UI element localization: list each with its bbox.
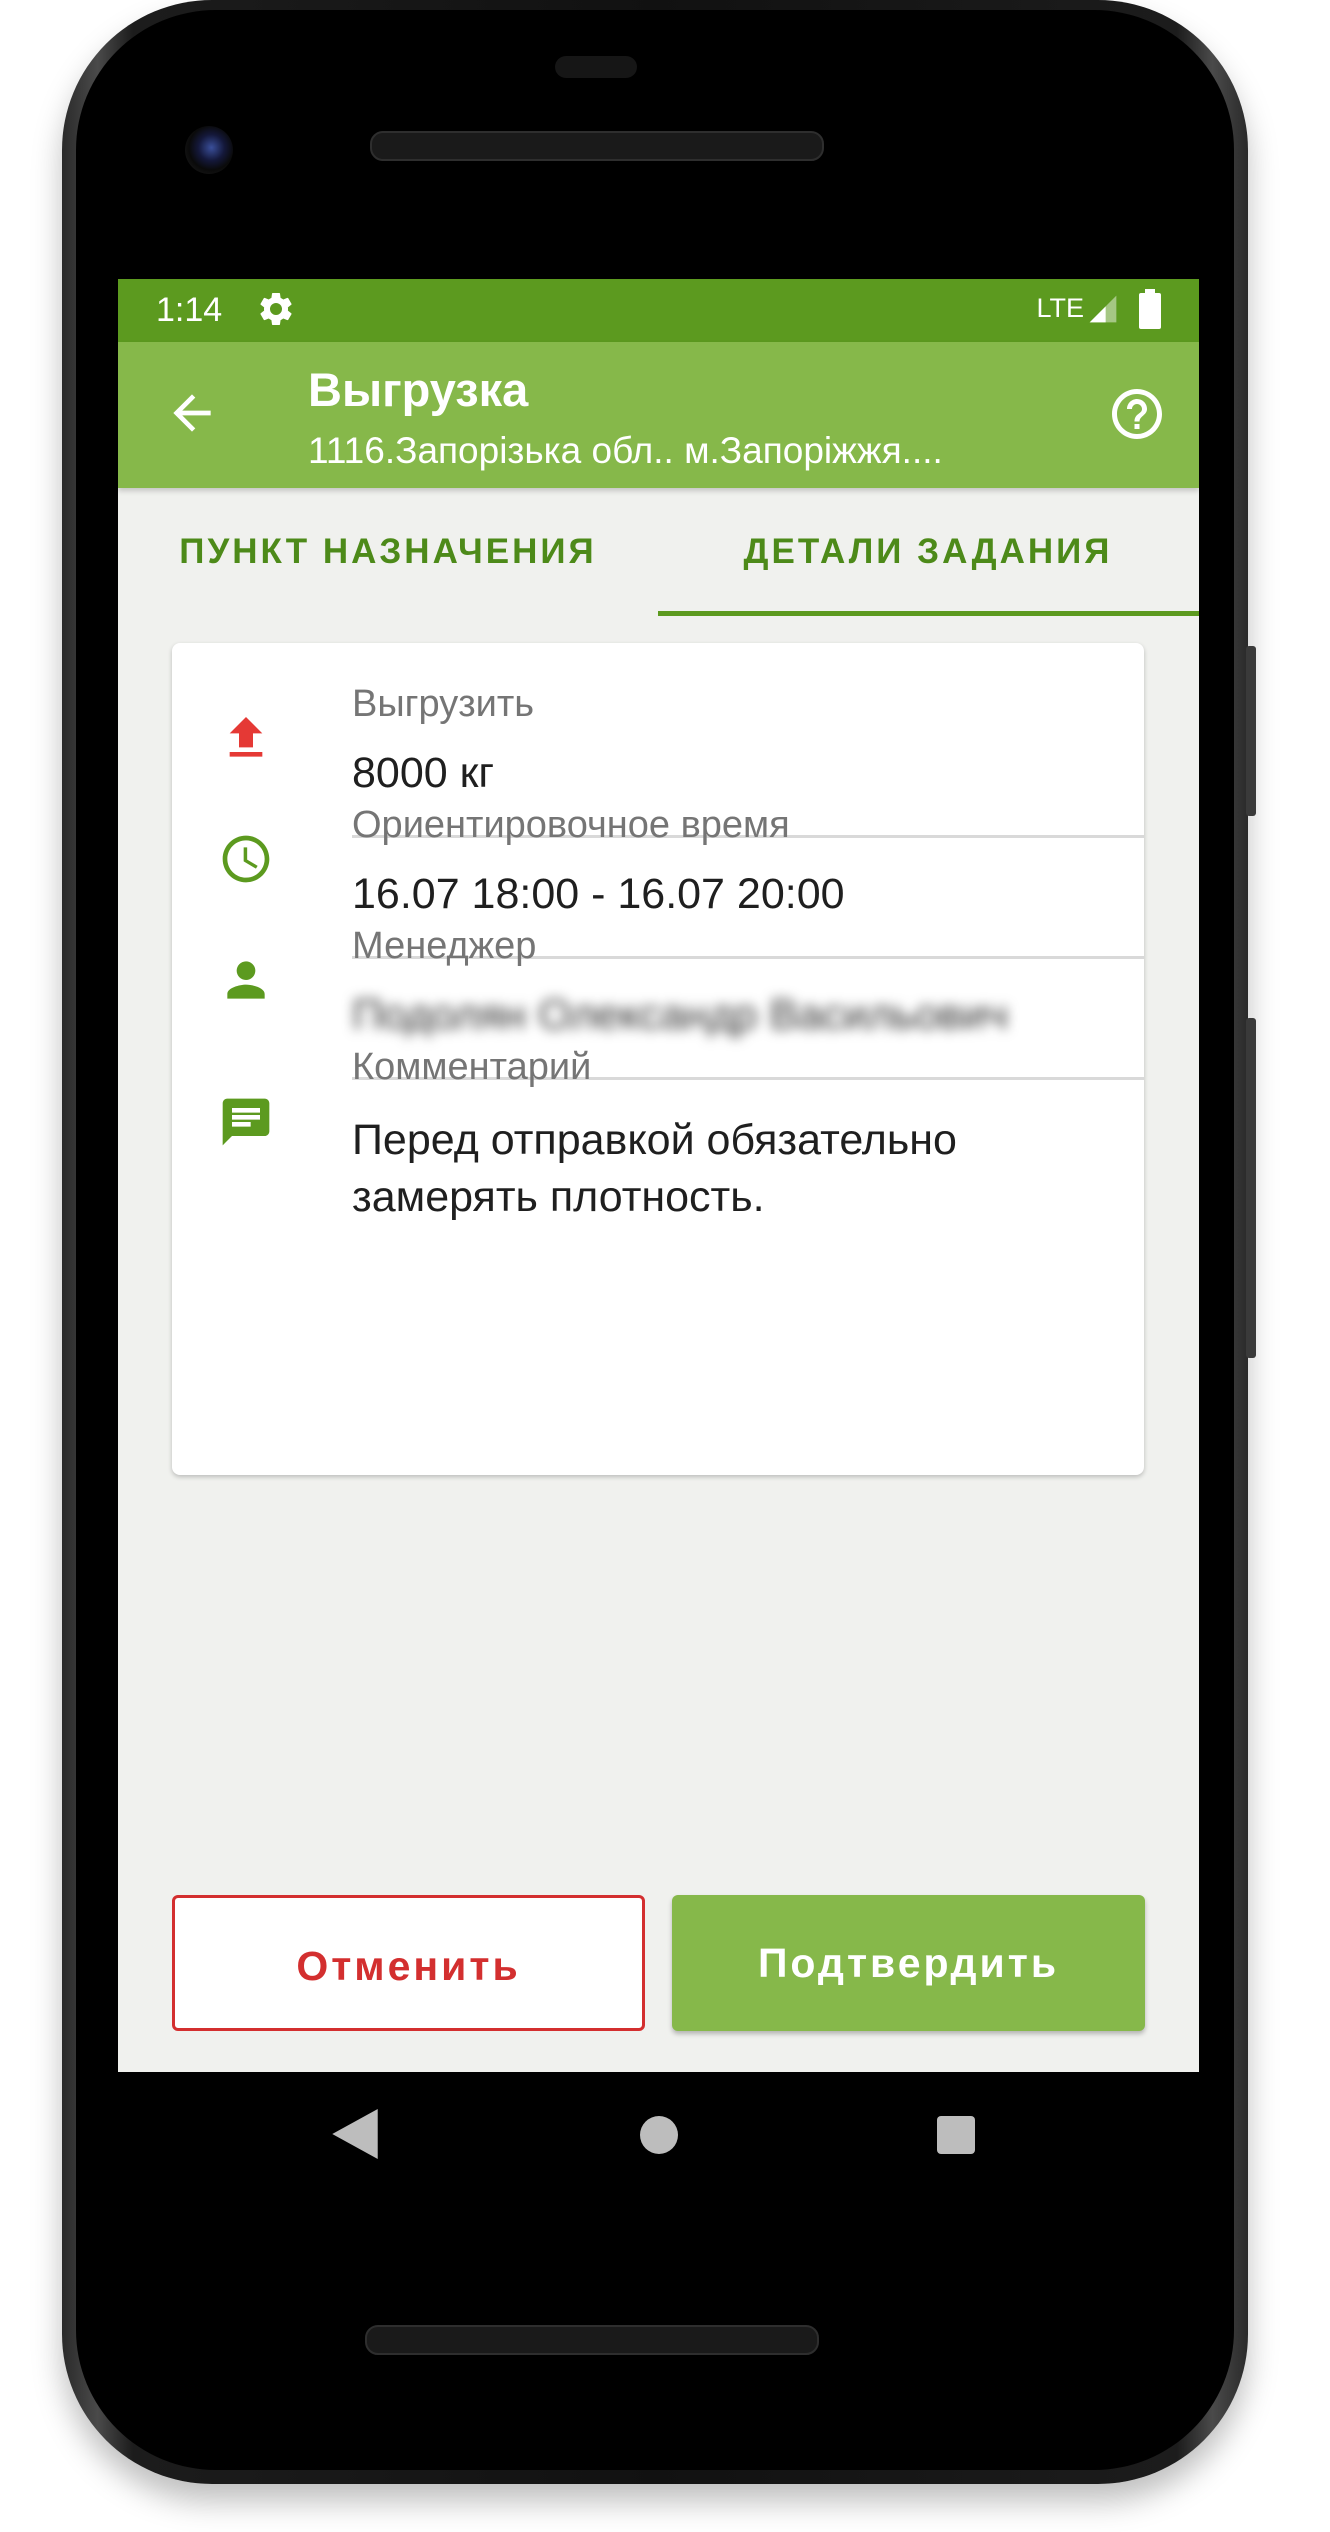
status-time: 1:14 <box>156 291 223 329</box>
comment-value: Перед отправкой обязательно замерять пло… <box>352 1116 957 1221</box>
detail-row-comment: Комментарий Перед отправкой обязательно … <box>172 1006 1144 1306</box>
tab-bar: ПУНКТ НАЗНАЧЕНИЯ ДЕТАЛИ ЗАДАНИЯ <box>118 488 1199 616</box>
time-label: Ориентировочное время <box>352 804 790 846</box>
task-details-card: Выгрузить 8000 кг Ориентировочное время … <box>172 643 1144 1475</box>
tab-selected-indicator <box>658 611 1199 616</box>
status-bar: 1:14 LTE <box>118 279 1199 342</box>
bottom-speaker <box>365 2325 819 2355</box>
unload-label: Выгрузить <box>352 683 535 725</box>
network-type: LTE <box>1036 293 1084 323</box>
confirm-button[interactable]: Подтвердить <box>672 1895 1145 2031</box>
app-screen: 1:14 LTE Выгрузка 1116.Запорізька обл.. … <box>118 279 1199 2072</box>
cancel-button[interactable]: Отменить <box>172 1895 645 2031</box>
nav-home-icon[interactable] <box>640 2116 678 2154</box>
earpiece-speaker <box>370 131 824 161</box>
page-title: Выгрузка <box>308 363 529 416</box>
app-bar: Выгрузка 1116.Запорізька обл.. м.Запоріж… <box>118 342 1199 488</box>
tab-task-details[interactable]: ДЕТАЛИ ЗАДАНИЯ <box>658 488 1198 616</box>
signal-icon <box>1089 295 1117 323</box>
nav-back-icon[interactable] <box>332 2109 378 2159</box>
manager-label: Менеджер <box>352 925 537 967</box>
system-nav-bar <box>118 2072 1199 2202</box>
arrow-back-icon[interactable] <box>164 385 220 441</box>
upload-icon <box>229 717 263 757</box>
front-camera <box>185 126 233 174</box>
volume-button <box>1246 1018 1256 1358</box>
settings-gear-icon <box>260 292 292 325</box>
comment-label: Комментарий <box>352 1046 592 1088</box>
person-icon <box>227 961 265 999</box>
clock-icon <box>222 835 270 883</box>
nav-recents-icon[interactable] <box>937 2116 975 2154</box>
power-button <box>1246 646 1256 816</box>
battery-icon <box>1139 289 1161 329</box>
help-circle-icon[interactable] <box>1107 384 1167 444</box>
tab-destination[interactable]: ПУНКТ НАЗНАЧЕНИЯ <box>118 488 658 616</box>
proximity-sensor <box>555 56 637 78</box>
page-subtitle: 1116.Запорізька обл.. м.Запоріжжя.... <box>308 430 943 471</box>
comment-icon <box>222 1098 270 1146</box>
